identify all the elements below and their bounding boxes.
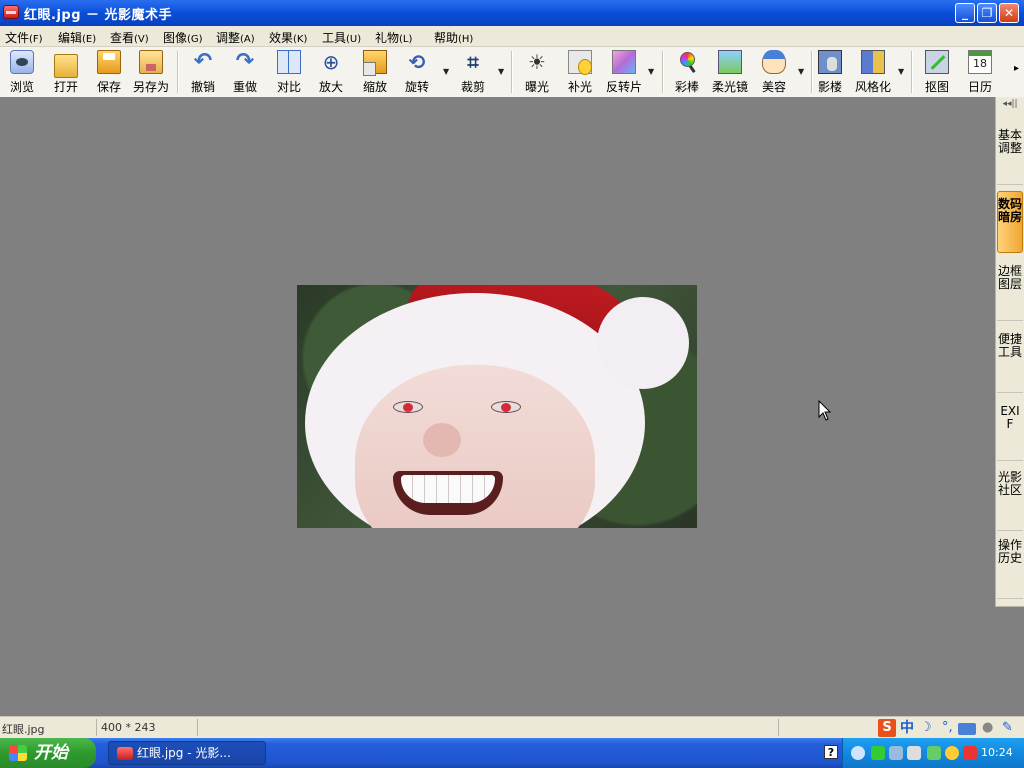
ime-user-icon[interactable]: ● [982, 719, 993, 737]
zoom-in-icon: ⊕ [322, 50, 340, 74]
photo-teeth [401, 475, 495, 503]
stylize-icon [861, 50, 885, 74]
calendar-button[interactable]: 18 日历 [958, 50, 1002, 96]
tab-basic-adjust[interactable]: 基本调整 [997, 125, 1023, 185]
menu-image[interactable]: 图像(G) [163, 29, 203, 46]
sogou-ime-icon[interactable]: S [878, 719, 896, 737]
tab-border-layer[interactable]: 边框图层 [997, 259, 1023, 321]
status-filename: 红眼.jpg [2, 723, 45, 736]
tray-update-icon[interactable] [945, 746, 959, 760]
status-divider [96, 719, 97, 736]
photo-hat-pompom [597, 297, 689, 389]
crop-button[interactable]: ⌗ 裁剪 [451, 50, 495, 96]
taskbar-clock[interactable]: 10:24 [981, 746, 1013, 759]
tray-app-icon[interactable] [871, 746, 885, 760]
cutout-icon [925, 50, 949, 74]
beauty-button[interactable]: 美容 [752, 50, 796, 96]
save-as-icon [139, 50, 163, 74]
tab-history[interactable]: 操作历史 [997, 535, 1023, 599]
ime-settings-icon[interactable]: ✎ [1002, 719, 1013, 737]
minimize-button[interactable]: _ [955, 3, 975, 23]
status-bar: 红眼.jpg 400 * 243 S 中 ☽ °, ● ✎ [0, 716, 1024, 738]
menu-gifts[interactable]: 礼物(L) [375, 29, 412, 46]
maximize-button[interactable]: ❐ [977, 3, 997, 23]
stylize-dropdown-icon[interactable]: ▼ [898, 67, 904, 76]
menu-effects[interactable]: 效果(K) [269, 29, 307, 46]
compare-icon [277, 50, 301, 74]
photo-left-eye [393, 401, 423, 413]
tab-digital-darkroom[interactable]: 数码暗房 [997, 191, 1023, 253]
menu-adjust[interactable]: 调整(A) [216, 29, 255, 46]
taskbar: 开始 红眼.jpg - 光影... 10:24 [0, 738, 1024, 768]
studio-icon [818, 50, 842, 74]
menu-edit[interactable]: 编辑(E) [58, 29, 96, 46]
rotate-dropdown-icon[interactable]: ▼ [443, 67, 449, 76]
tab-community[interactable]: 光影社区 [997, 467, 1023, 531]
rotate-icon: ⟲ [408, 50, 426, 74]
menu-bar: 文件(F) 编辑(E) 查看(V) 图像(G) 调整(A) 效果(K) 工具(U… [0, 26, 1024, 47]
soft-lens-icon [718, 50, 742, 74]
fill-light-icon [568, 50, 592, 75]
side-panel: ◂◂|| 基本调整 数码暗房 边框图层 便捷工具 EXIF 光影社区 操作历史 [995, 97, 1024, 607]
tab-quick-tools[interactable]: 便捷工具 [997, 327, 1023, 393]
close-button[interactable]: ✕ [999, 3, 1019, 23]
menu-tools[interactable]: 工具(U) [322, 29, 361, 46]
collapse-panel-icon[interactable]: ◂◂|| [996, 99, 1024, 119]
tray-network-icon[interactable] [907, 746, 921, 760]
start-button[interactable]: 开始 [0, 738, 96, 768]
redo-icon: ↷ [235, 49, 255, 74]
invert-film-icon [612, 50, 636, 74]
browse-icon [10, 50, 34, 74]
crop-icon: ⌗ [467, 50, 479, 74]
resize-icon [363, 50, 387, 76]
save-icon [97, 50, 121, 74]
calendar-icon: 18 [968, 50, 992, 74]
tray-shield-icon[interactable] [963, 746, 977, 760]
image-workspace[interactable] [0, 97, 995, 716]
beauty-face-icon [762, 50, 786, 74]
taskbar-window-button[interactable]: 红眼.jpg - 光影... [108, 741, 266, 765]
toolbar-overflow-icon[interactable]: ▸ [1014, 63, 1019, 74]
help-icon[interactable]: ? [824, 745, 838, 759]
toolbar: 浏览 打开 保存 另存为 ↶ 撤销 ↷ 重做 对比 ⊕ 放大 缩放 ⟲ 旋转 ▼ ⌗ 裁剪… [0, 47, 1024, 98]
stylize-button[interactable]: 风格化 [851, 50, 895, 96]
tray-signal-icon[interactable] [889, 746, 903, 760]
beauty-dropdown-icon[interactable]: ▼ [798, 67, 804, 76]
menu-help[interactable]: 帮助(H) [434, 29, 473, 46]
save-as-button[interactable]: 另存为 [129, 50, 173, 96]
app-icon[interactable] [3, 5, 19, 19]
windows-logo-icon [9, 745, 27, 761]
system-tray: 10:24 [842, 738, 1024, 768]
menu-view[interactable]: 查看(V) [110, 29, 149, 46]
tab-exif[interactable]: EXIF [997, 399, 1023, 461]
ime-halfwidth-icon[interactable]: ☽ [920, 719, 932, 737]
app-task-icon [117, 747, 133, 760]
ime-keyboard-icon[interactable] [958, 723, 976, 735]
status-divider [778, 719, 779, 736]
title-bar: 红眼.jpg － 光影魔术手 _ ❐ ✕ [0, 0, 1024, 26]
undo-icon: ↶ [193, 49, 213, 74]
exposure-icon: ☀ [528, 50, 546, 74]
menu-file[interactable]: 文件(F) [5, 29, 43, 46]
color-wand-icon [675, 50, 699, 74]
crop-dropdown-icon[interactable]: ▼ [498, 67, 504, 76]
window-title: 红眼.jpg － 光影魔术手 [24, 8, 173, 23]
status-divider [197, 719, 198, 736]
folder-icon [54, 54, 78, 78]
photo-nose [423, 423, 461, 457]
invert-dropdown-icon[interactable]: ▼ [648, 67, 654, 76]
invert-button[interactable]: 反转片 [602, 50, 646, 96]
ime-punctuation-icon[interactable]: °, [942, 719, 953, 737]
status-dimensions: 400 * 243 [101, 721, 156, 734]
photo-right-eye [491, 401, 521, 413]
tray-security-icon[interactable] [927, 746, 941, 760]
rotate-button[interactable]: ⟲ 旋转 [395, 50, 439, 96]
photo-canvas[interactable] [297, 285, 697, 528]
tray-expand-icon[interactable] [851, 746, 865, 760]
ime-chinese-mode[interactable]: 中 [900, 719, 914, 737]
